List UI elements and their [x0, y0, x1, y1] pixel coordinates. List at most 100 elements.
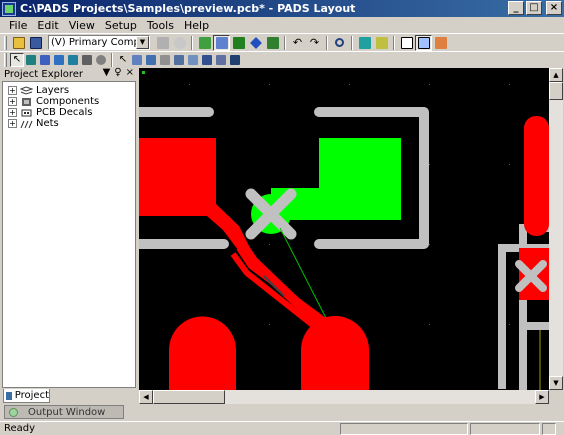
dropdown-icon[interactable]: ▼ [103, 67, 111, 78]
window-icon[interactable] [415, 34, 432, 51]
red-pad-right-top[interactable] [524, 116, 549, 236]
horizontal-scroll-thumb[interactable] [153, 390, 225, 404]
expand-icon[interactable]: + [8, 108, 17, 117]
window-controls: _ □ × [508, 1, 562, 15]
undo-icon[interactable]: ↶ [289, 35, 306, 51]
pad-icon[interactable] [80, 53, 94, 67]
brush-icon[interactable] [373, 35, 390, 51]
select-icon[interactable] [398, 35, 415, 51]
close-icon[interactable]: × [126, 67, 134, 78]
redraw-icon[interactable] [171, 35, 188, 51]
toolbar-separator [326, 35, 328, 50]
menu-setup[interactable]: Setup [100, 19, 142, 32]
toolbar-grip[interactable] [4, 52, 7, 67]
minimize-button[interactable]: _ [508, 1, 524, 15]
layers-icon [20, 85, 33, 95]
pin-icon[interactable]: ♀ [114, 67, 121, 78]
tree-item-label: Layers [36, 85, 70, 96]
status-pane-3 [542, 422, 556, 435]
move-vertical-icon[interactable] [130, 53, 144, 67]
vertical-scroll-thumb[interactable] [549, 82, 563, 100]
design-icon[interactable] [196, 35, 213, 51]
save-icon[interactable] [27, 35, 44, 51]
move-horizontal-icon[interactable] [144, 53, 158, 67]
expand-icon[interactable]: + [8, 86, 17, 95]
red-pad-bottom-left[interactable] [169, 316, 236, 391]
toolbar-separator [111, 52, 113, 67]
via-icon[interactable] [94, 53, 108, 67]
rotate-icon[interactable] [66, 53, 80, 67]
title-bar: C:\PADS Projects\Samples\preview.pcb* - … [0, 0, 564, 17]
tree-item-nets[interactable]: + Nets [8, 118, 59, 129]
arrow-icon[interactable]: ↖ [116, 53, 130, 67]
chevron-down-icon[interactable]: ▼ [136, 36, 149, 49]
menu-help[interactable]: Help [179, 19, 214, 32]
horizontal-scrollbar[interactable]: ◀ ▶ [139, 390, 549, 404]
menu-tools[interactable]: Tools [142, 19, 179, 32]
menu-file[interactable]: File [4, 19, 32, 32]
route-icon[interactable] [24, 53, 38, 67]
project-explorer-tree: + Layers + Components + PCB Decals + Net… [2, 81, 136, 388]
zoom-icon[interactable] [331, 35, 348, 51]
dim-icon[interactable] [158, 53, 172, 67]
pcb-drawing [139, 71, 549, 391]
tree-item-layers[interactable]: + Layers [8, 85, 69, 96]
expand-icon[interactable]: + [8, 119, 17, 128]
layer-combo[interactable]: (V) Primary Componen ▼ [48, 35, 150, 50]
tab-project[interactable]: Project [3, 389, 50, 403]
nets-icon [20, 120, 33, 128]
tab-project-label: Project [14, 390, 49, 401]
expand-icon[interactable]: + [8, 97, 17, 106]
sort-icon[interactable] [214, 53, 228, 67]
layer-icon[interactable] [228, 53, 242, 67]
select-arrow-icon[interactable]: ↖ [10, 52, 24, 67]
vertical-scrollbar[interactable]: ▲ ▼ [549, 68, 563, 390]
pcb-design-canvas[interactable] [139, 68, 549, 390]
red-pad-bottom-center[interactable] [301, 316, 369, 390]
tree-item-label: Components [36, 96, 100, 107]
redo-icon[interactable]: ↷ [306, 35, 323, 51]
route-icon[interactable] [247, 35, 264, 51]
origin-marker [142, 71, 145, 74]
grid-icon[interactable] [213, 34, 230, 51]
scroll-right-button[interactable]: ▶ [535, 390, 549, 404]
toolbar-separator [393, 35, 395, 50]
standard-toolbar: (V) Primary Componen ▼ ↶ ↷ [0, 33, 564, 51]
scroll-down-button[interactable]: ▼ [549, 376, 563, 390]
open-icon[interactable] [10, 35, 27, 51]
maximize-button[interactable]: □ [526, 1, 542, 15]
move-icon[interactable] [52, 53, 66, 67]
board-icon[interactable] [230, 35, 247, 51]
pattern-icon[interactable] [432, 35, 449, 51]
distribute-icon[interactable] [200, 53, 214, 67]
tree-item-label: Nets [36, 118, 59, 129]
copy-icon[interactable] [154, 35, 171, 51]
output-window-label: Output Window [28, 406, 106, 418]
project-explorer-controls: ▼ ♀ × [103, 67, 134, 78]
project-explorer-header: Project Explorer ▼ ♀ × [0, 67, 137, 80]
toolbar-separator [284, 35, 286, 50]
output-window-icon [9, 407, 18, 417]
component-icon[interactable] [264, 35, 281, 51]
project-explorer-title: Project Explorer [4, 68, 84, 80]
tree-item-pcb-decals[interactable]: + PCB Decals [8, 107, 93, 118]
tree-item-components[interactable]: + Components [8, 96, 99, 107]
components-icon [22, 97, 31, 106]
pads-app-icon[interactable] [2, 1, 16, 16]
tree-item-label: PCB Decals [36, 107, 93, 118]
scroll-up-button[interactable]: ▲ [549, 68, 563, 82]
flip-icon[interactable] [186, 53, 200, 67]
output-window-tab[interactable]: Output Window [4, 405, 124, 419]
close-button[interactable]: × [546, 1, 562, 15]
menu-edit[interactable]: Edit [32, 19, 63, 32]
menu-bar: File Edit View Setup Tools Help [0, 17, 564, 33]
scroll-left-button[interactable]: ◀ [139, 390, 153, 404]
align-icon[interactable] [38, 53, 52, 67]
menu-view[interactable]: View [64, 19, 100, 32]
status-text: Ready [4, 423, 36, 434]
space-icon[interactable] [172, 53, 186, 67]
toolbar-separator [351, 35, 353, 50]
toolbar-grip[interactable] [4, 35, 7, 50]
display-icon[interactable] [356, 35, 373, 51]
status-pane-2 [470, 422, 540, 435]
